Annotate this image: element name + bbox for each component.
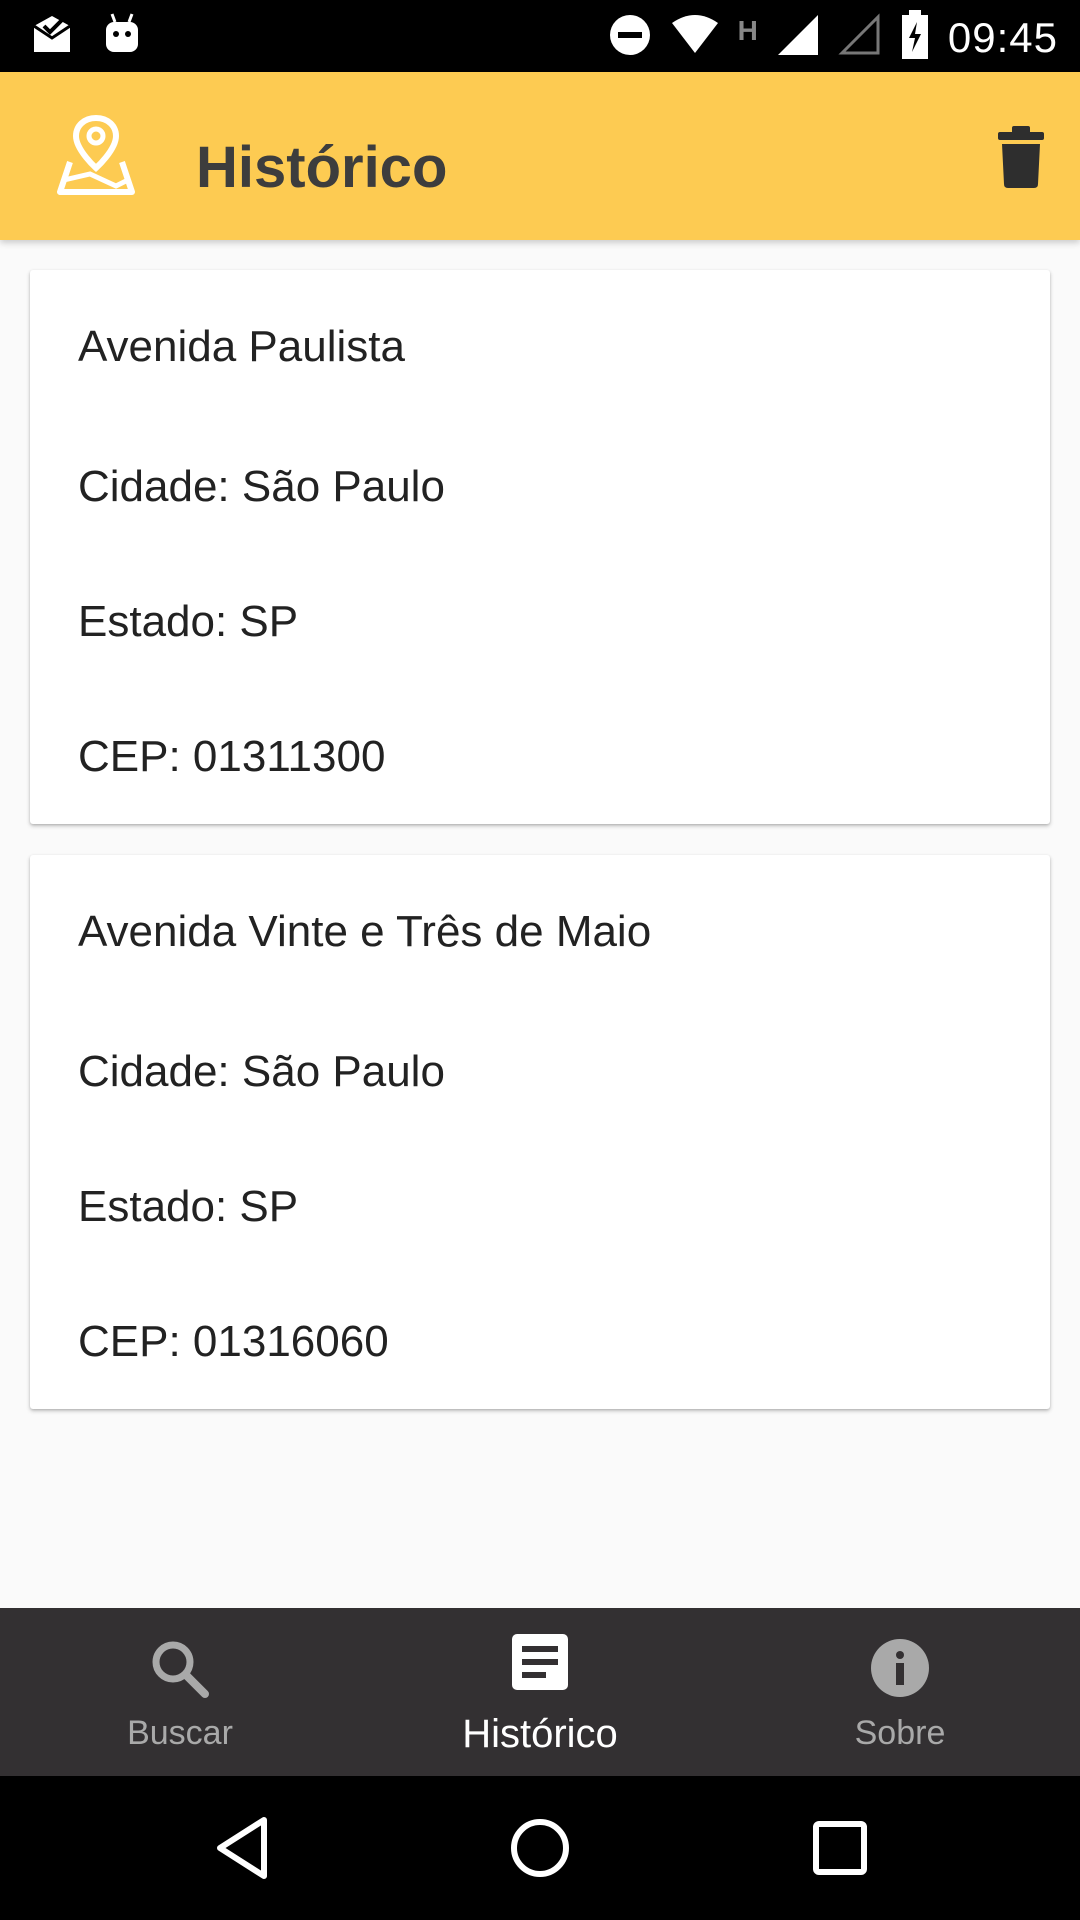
history-list: Avenida Paulista Cidade: São Paulo Estad…: [0, 240, 1080, 1606]
street-label: Avenida Vinte e Três de Maio: [78, 907, 652, 956]
search-icon: [149, 1638, 211, 1705]
battery-charging-icon: [900, 10, 930, 65]
bottom-navigation: Buscar Histórico Sobre: [0, 1608, 1080, 1776]
city-label: Cidade: São Paulo: [78, 1047, 445, 1096]
state-label: Estado: SP: [78, 1182, 299, 1231]
signal-empty-icon: [838, 13, 882, 62]
signal-icon: [776, 13, 820, 62]
state-label: Estado: SP: [78, 597, 299, 646]
nav-item-buscar[interactable]: Buscar: [0, 1608, 360, 1776]
android-debug-icon: [102, 12, 142, 61]
map-pin-icon: [50, 114, 142, 198]
do-not-disturb-icon: [608, 13, 652, 62]
status-time: 09:45: [947, 13, 1058, 61]
page-title: Histórico: [196, 135, 448, 200]
app-bar: Histórico: [0, 72, 1080, 240]
network-type-label: H: [737, 14, 758, 46]
back-icon[interactable]: [214, 1816, 270, 1885]
nav-label-historico: Histórico: [462, 1712, 618, 1756]
history-card[interactable]: Avenida Paulista Cidade: São Paulo Estad…: [30, 270, 1050, 824]
wifi-icon: [670, 13, 720, 62]
cep-label: CEP: 01316060: [78, 1317, 389, 1366]
mail-done-icon: [30, 12, 74, 61]
nav-label-buscar: Buscar: [127, 1714, 233, 1752]
cep-label: CEP: 01311300: [78, 732, 386, 781]
street-label: Avenida Paulista: [78, 322, 405, 371]
nav-item-sobre[interactable]: Sobre: [720, 1608, 1080, 1776]
nav-item-historico[interactable]: Histórico: [360, 1608, 720, 1776]
article-icon: [512, 1634, 568, 1695]
info-icon: [870, 1638, 930, 1703]
system-navigation-bar: [0, 1776, 1080, 1920]
history-card[interactable]: Avenida Vinte e Três de Maio Cidade: São…: [30, 855, 1050, 1409]
status-bar: H 09:45: [0, 0, 1080, 72]
recents-icon[interactable]: [812, 1816, 868, 1885]
home-icon[interactable]: [510, 1816, 570, 1885]
city-label: Cidade: São Paulo: [78, 462, 445, 511]
nav-label-sobre: Sobre: [854, 1714, 946, 1752]
trash-icon: [996, 126, 1046, 192]
clear-history-button[interactable]: [996, 126, 1046, 188]
